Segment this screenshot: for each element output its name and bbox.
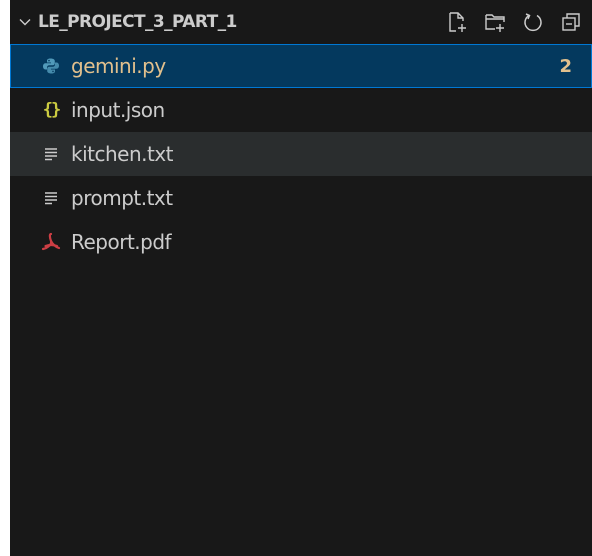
pdf-icon <box>40 220 62 264</box>
file-item-input-json[interactable]: {} input.json <box>10 88 592 132</box>
text-file-icon <box>40 176 62 220</box>
explorer-actions <box>438 0 590 44</box>
chevron-down-icon[interactable] <box>14 0 36 44</box>
new-folder-icon[interactable] <box>476 3 514 41</box>
file-item-kitchen-txt[interactable]: kitchen.txt <box>10 132 592 176</box>
file-name: Report.pdf <box>71 230 172 254</box>
new-file-icon[interactable] <box>438 3 476 41</box>
explorer-folder-header[interactable]: LE_PROJECT_3_PART_1 <box>10 0 592 44</box>
file-name: gemini.py <box>71 54 166 78</box>
file-name: input.json <box>71 98 165 122</box>
folder-name: LE_PROJECT_3_PART_1 <box>38 12 237 32</box>
json-icon: {} <box>42 100 61 120</box>
text-file-icon <box>40 132 62 176</box>
file-item-gemini-py[interactable]: gemini.py 2 <box>10 44 592 88</box>
explorer-panel: LE_PROJECT_3_PART_1 gemini.py 2 {} input… <box>10 0 592 556</box>
refresh-icon[interactable] <box>514 3 552 41</box>
file-item-prompt-txt[interactable]: prompt.txt <box>10 176 592 220</box>
collapse-all-icon[interactable] <box>552 3 590 41</box>
file-tree: gemini.py 2 {} input.json kitchen.txt pr… <box>10 44 592 264</box>
problem-count-badge: 2 <box>559 55 572 77</box>
file-name: prompt.txt <box>71 186 173 210</box>
file-name: kitchen.txt <box>71 142 174 166</box>
file-item-report-pdf[interactable]: Report.pdf <box>10 220 592 264</box>
python-icon <box>40 44 62 88</box>
